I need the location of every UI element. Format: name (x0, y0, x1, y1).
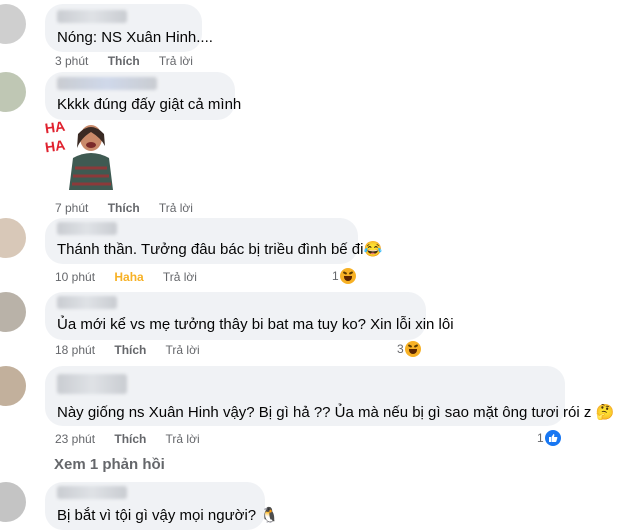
like-button[interactable]: Thích (108, 54, 140, 68)
like-icon (544, 430, 561, 446)
comment-text: Ủa mới kể vs mẹ tưởng thây bi bat ma tuy… (57, 316, 454, 333)
reply-button[interactable]: Trả lời (166, 343, 200, 357)
commenter-avatar[interactable] (0, 72, 26, 112)
reaction-count: 1 (332, 269, 339, 283)
commenter-name[interactable] (57, 374, 127, 394)
commenter-avatar[interactable] (0, 292, 26, 332)
reply-button[interactable]: Trả lời (159, 54, 193, 68)
comment-text: Thánh thần. Tưởng đâu bác bị triều đình … (57, 241, 383, 258)
like-button[interactable]: Thích (114, 432, 146, 446)
haha-icon (339, 268, 356, 284)
comment-text: Này giống ns Xuân Hinh vậy? Bị gì hả ?? … (57, 404, 615, 421)
commenter-avatar[interactable] (0, 482, 26, 522)
comment-bubble: Ủa mới kể vs mẹ tưởng thây bi bat ma tuy… (45, 292, 454, 340)
haha-reaction-button[interactable]: Haha (114, 270, 143, 284)
comment-actions: 7 phút Thích Trả lời (55, 201, 209, 215)
commenter-name[interactable] (57, 10, 127, 23)
comment-text: Nóng: NS Xuân Hinh.... (57, 29, 213, 46)
comment-actions: 10 phút Haha Trả lời (55, 270, 213, 284)
svg-text:HA: HA (45, 118, 66, 136)
reaction-summary[interactable]: 3 (397, 341, 421, 357)
commenter-name[interactable] (57, 296, 117, 309)
reaction-summary[interactable]: 1 (332, 268, 356, 284)
comment-text: Bị bắt vì tội gì vậy mọi người? 🐧 (57, 507, 279, 524)
reaction-count: 3 (397, 342, 404, 356)
commenter-avatar[interactable] (0, 4, 26, 44)
comment-actions: 18 phút Thích Trả lời (55, 343, 216, 357)
like-button[interactable]: Thích (114, 343, 146, 357)
comment-actions: 3 phút Thích Trả lời (55, 54, 209, 68)
commenter-avatar[interactable] (0, 218, 26, 258)
comment-time[interactable]: 23 phút (55, 432, 95, 446)
comment-bubble: Thánh thần. Tưởng đâu bác bị triều đình … (45, 218, 382, 264)
haha-sticker[interactable]: HA HA (44, 118, 117, 196)
reaction-count: 1 (537, 431, 544, 445)
comment-time[interactable]: 3 phút (55, 54, 88, 68)
reaction-summary[interactable]: 1 (537, 430, 561, 446)
commenter-name[interactable] (57, 77, 157, 90)
comment-time[interactable]: 7 phút (55, 201, 88, 215)
comment-bubble: Nóng: NS Xuân Hinh.... (45, 4, 213, 52)
comment-text: Kkkk đúng đấy giật cả mình (57, 96, 242, 113)
comment-actions: 23 phút Thích Trả lời (55, 432, 216, 446)
comment-time[interactable]: 18 phút (55, 343, 95, 357)
haha-icon (404, 341, 421, 357)
reply-button[interactable]: Trả lời (166, 432, 200, 446)
commenter-avatar[interactable] (0, 366, 26, 406)
comment-time[interactable]: 10 phút (55, 270, 95, 284)
view-replies-link[interactable]: Xem 1 phản hồi (54, 456, 165, 473)
commenter-name[interactable] (57, 486, 127, 499)
commenter-name[interactable] (57, 222, 117, 235)
svg-text:HA: HA (45, 137, 66, 156)
reply-button[interactable]: Trả lời (159, 201, 193, 215)
reply-button[interactable]: Trả lời (163, 270, 197, 284)
comment-bubble: Bị bắt vì tội gì vậy mọi người? 🐧 (45, 482, 279, 530)
comment-bubble: Kkkk đúng đấy giật cả mình (45, 72, 241, 120)
like-button[interactable]: Thích (108, 201, 140, 215)
comment-bubble: Này giống ns Xuân Hinh vậy? Bị gì hả ?? … (45, 366, 614, 426)
